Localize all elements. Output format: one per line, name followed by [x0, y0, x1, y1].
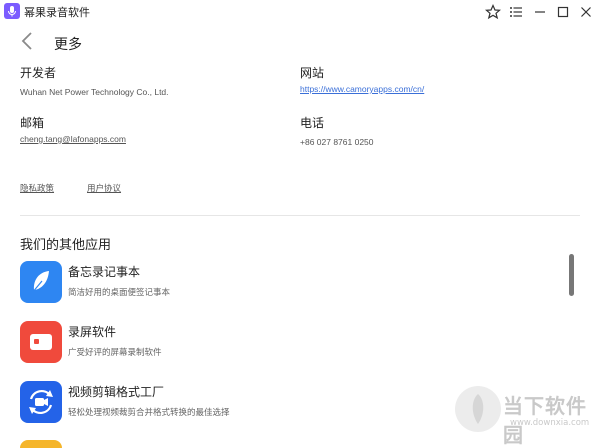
- page-title: 更多: [54, 37, 82, 53]
- other-apps-title: 我们的其他应用: [20, 238, 112, 253]
- video-convert-icon: [20, 381, 62, 423]
- back-arrow-icon[interactable]: [20, 31, 34, 51]
- app-name: 备忘录记事本: [68, 265, 141, 279]
- app-name: 视频剪辑格式工厂: [68, 385, 165, 399]
- watermark-url: www.downxia.com: [510, 418, 590, 428]
- privacy-policy-link[interactable]: 隐私政策: [20, 182, 54, 194]
- app-description: 简洁好用的桌面便签记事本: [68, 288, 171, 298]
- feather-icon: [20, 261, 62, 303]
- divider: [20, 215, 580, 216]
- email-link[interactable]: cheng.tang@lafonapps.com: [20, 134, 126, 144]
- minimize-icon[interactable]: [531, 3, 549, 21]
- app-item-memo[interactable]: 备忘录记事本 简洁好用的桌面便签记事本: [20, 261, 500, 307]
- microphone-icon: [4, 3, 20, 19]
- website-label: 网站: [300, 66, 325, 80]
- window-title: 幂果录音软件: [24, 6, 90, 19]
- maximize-icon[interactable]: [554, 3, 572, 21]
- scrollbar-thumb[interactable]: [569, 254, 574, 296]
- website-link[interactable]: https://www.camoryapps.com/cn/: [300, 84, 424, 94]
- app-description: 广受好评的屏幕录制软件: [68, 348, 162, 358]
- phone-label: 电话: [300, 116, 325, 130]
- close-icon[interactable]: [577, 3, 595, 21]
- watermark-logo: [455, 386, 501, 432]
- phone-value: +86 027 8761 0250: [300, 137, 374, 147]
- menu-icon[interactable]: [507, 3, 525, 21]
- app-icon-partial: [20, 440, 62, 448]
- title-bar: 幂果录音软件: [0, 0, 600, 24]
- developer-label: 开发者: [20, 66, 57, 80]
- video-camera-icon: [20, 321, 62, 363]
- user-agreement-link[interactable]: 用户协议: [87, 182, 121, 194]
- app-item-video-editor[interactable]: 视频剪辑格式工厂 轻松处理视频裁剪合并格式转换的最佳选择: [20, 381, 500, 427]
- app-description: 轻松处理视频裁剪合并格式转换的最佳选择: [68, 408, 230, 418]
- star-icon[interactable]: [484, 3, 502, 21]
- email-label: 邮箱: [20, 116, 45, 130]
- app-name: 录屏软件: [68, 325, 117, 339]
- app-item-screen-recorder[interactable]: 录屏软件 广受好评的屏幕录制软件: [20, 321, 500, 367]
- developer-value: Wuhan Net Power Technology Co., Ltd.: [20, 87, 169, 97]
